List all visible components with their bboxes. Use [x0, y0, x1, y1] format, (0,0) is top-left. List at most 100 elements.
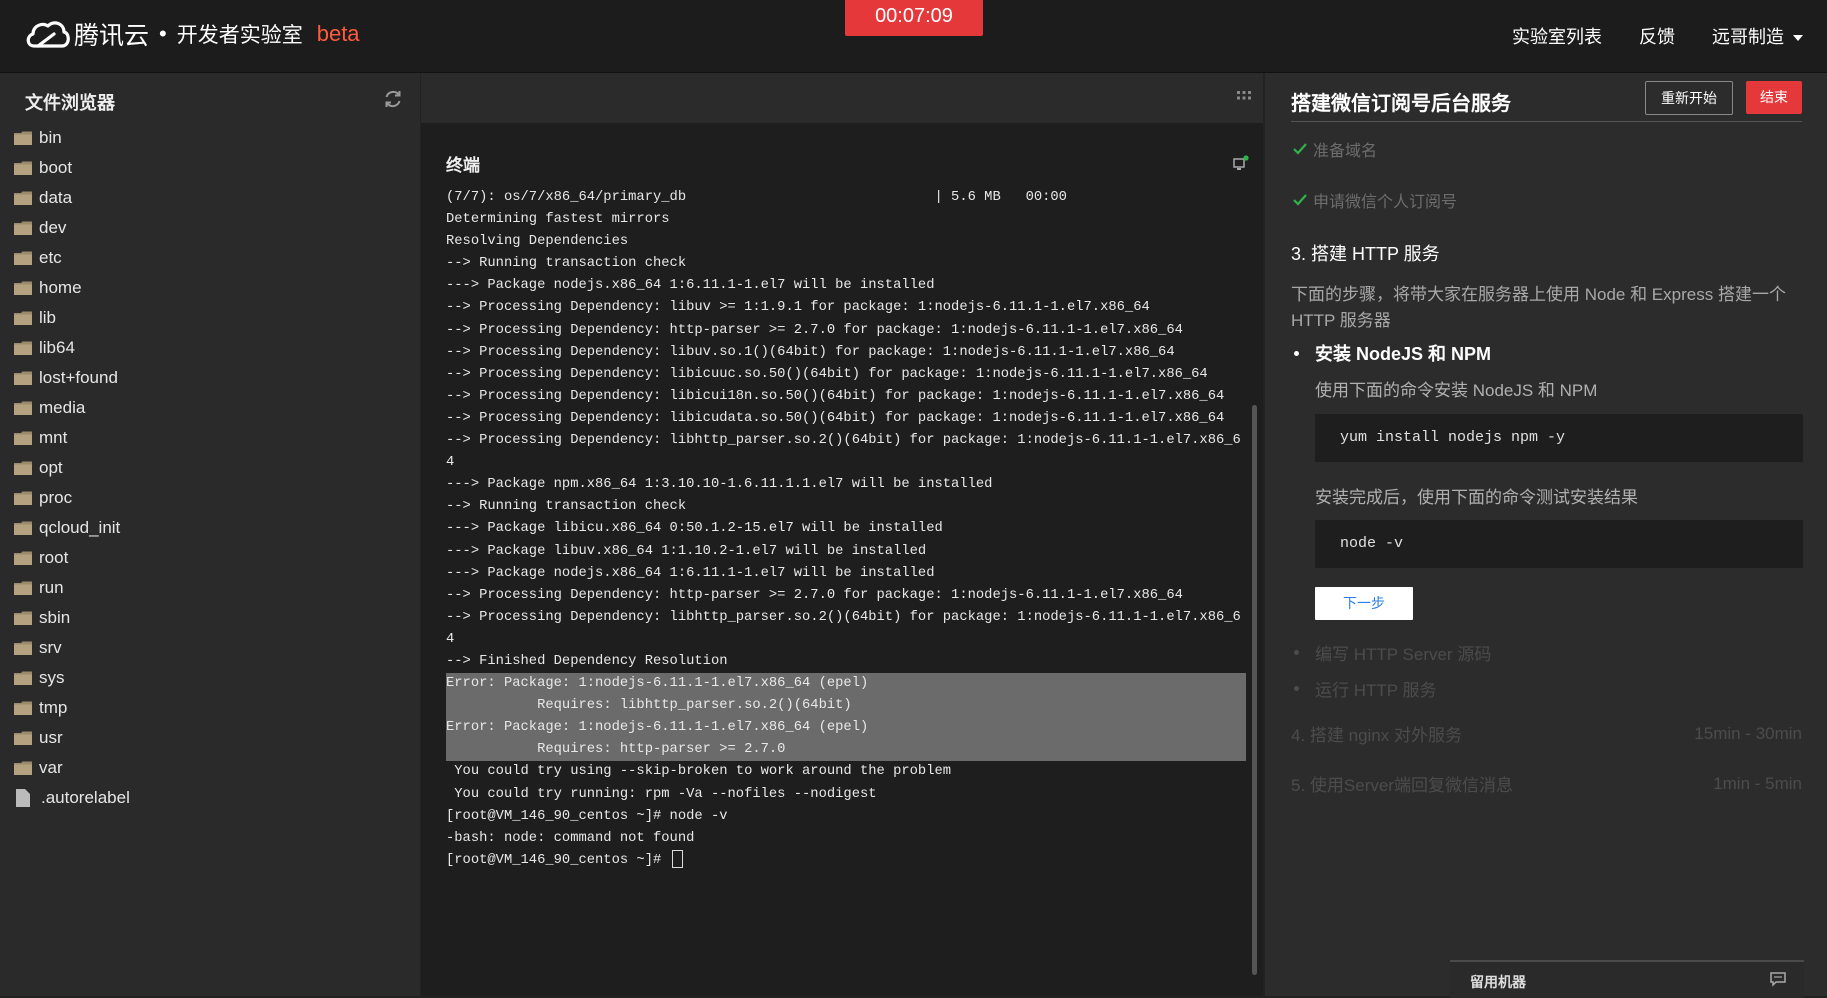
folder-icon — [14, 551, 32, 565]
folder-name: lib64 — [39, 338, 75, 357]
folder-item[interactable]: etc — [0, 243, 420, 273]
future-step: 5. 使用Server端回复微信消息 1min - 5min — [1291, 771, 1802, 796]
file-item[interactable]: .autorelabel — [0, 783, 420, 813]
folder-item[interactable]: data — [0, 183, 420, 213]
restart-button[interactable]: 重新开始 — [1645, 81, 1733, 115]
terminal-line: --> Processing Dependency: libicudata.so… — [446, 410, 1225, 426]
folder-icon — [14, 611, 32, 625]
terminal-line: Error: Package: 1:nodejs-6.11.1-1.el7.x8… — [446, 673, 1246, 696]
terminal-output[interactable]: (7/7): os/7/x86_64/primary_db | 5.6 MB 0… — [446, 187, 1246, 872]
future-substep-label: 编写 HTTP Server 源码 — [1315, 645, 1492, 664]
folder-item[interactable]: tmp — [0, 693, 420, 723]
folder-item[interactable]: mnt — [0, 423, 420, 453]
terminal-line: You could try running: rpm -Va --nofiles… — [446, 786, 877, 802]
end-button[interactable]: 结束 — [1746, 81, 1802, 114]
future-substep: 编写 HTTP Server 源码 — [1291, 640, 1802, 665]
folder-item[interactable]: srv — [0, 633, 420, 663]
brand-name: 腾讯云 — [74, 22, 150, 50]
folder-name: root — [39, 548, 69, 567]
folder-item[interactable]: run — [0, 573, 420, 603]
refresh-icon[interactable] — [382, 88, 404, 110]
folder-item[interactable]: usr — [0, 723, 420, 753]
folder-item[interactable]: bin — [0, 123, 420, 153]
folder-name: dev — [39, 218, 67, 237]
terminal-pane[interactable]: 终端 (7/7): os/7/x86_64/primary_db | 5.6 M… — [421, 123, 1263, 996]
folder-item[interactable]: dev — [0, 213, 420, 243]
completed-step[interactable]: 申请微信个人订阅号 — [1293, 188, 1457, 212]
folder-icon — [14, 281, 32, 295]
folder-name: proc — [39, 488, 73, 507]
terminal-line: --> Processing Dependency: libicui18n.so… — [446, 388, 1225, 404]
folder-item[interactable]: root — [0, 543, 420, 573]
folder-icon — [14, 311, 32, 325]
chat-icon[interactable] — [1770, 972, 1786, 987]
future-step-label: 4. 搭建 nginx 对外服务 — [1291, 726, 1462, 745]
folder-icon — [14, 581, 32, 595]
next-step-button[interactable]: 下一步 — [1315, 587, 1413, 620]
folder-item[interactable]: lib — [0, 303, 420, 333]
terminal-line: [root@VM_146_90_centos ~]# node -v — [446, 808, 728, 824]
folder-name: opt — [39, 458, 63, 477]
bullet-icon — [1294, 650, 1299, 655]
terminal-line: Requires: libhttp_parser.so.2()(64bit) — [446, 695, 1246, 718]
folder-icon — [14, 161, 32, 175]
terminal-scrollbar[interactable] — [1252, 405, 1257, 975]
folder-name: boot — [39, 158, 73, 177]
grid-menu-icon[interactable] — [1237, 91, 1251, 105]
folder-item[interactable]: var — [0, 753, 420, 783]
folder-item[interactable]: boot — [0, 153, 420, 183]
top-header: 腾讯云 • 开发者实验室 beta 00:07:09 实验室列表 反馈 远哥制造 — [0, 0, 1827, 73]
terminal-line: You could try using --skip-broken to wor… — [446, 764, 952, 780]
top-nav: 实验室列表 反馈 远哥制造 — [1475, 0, 1803, 72]
future-step-label: 5. 使用Server端回复微信消息 — [1291, 776, 1513, 795]
substep-instruction: 使用下面的命令安装 NodeJS 和 NPM — [1315, 381, 1598, 400]
folder-icon — [14, 701, 32, 715]
folder-item[interactable]: lost+found — [0, 363, 420, 393]
folder-name: srv — [39, 638, 62, 657]
folder-item[interactable]: opt — [0, 453, 420, 483]
keep-machine-bar[interactable]: 留用机器 — [1450, 960, 1804, 998]
terminal-line: ---> Package npm.x86_64 1:3.10.10-1.6.11… — [446, 477, 993, 493]
tencent-cloud-logo[interactable]: 腾讯云 • 开发者实验室 beta — [24, 16, 360, 52]
file-name: .autorelabel — [41, 788, 130, 807]
bullet-icon — [1294, 350, 1299, 356]
folder-name: sbin — [39, 608, 71, 627]
code-block-test[interactable]: node -v — [1315, 520, 1803, 568]
brand-separator: • — [159, 21, 167, 46]
beta-badge: beta — [316, 21, 360, 46]
folder-icon — [14, 251, 32, 265]
terminal-line: -bash: node: command not found — [446, 830, 695, 846]
lab-title: 开发者实验室 — [176, 24, 303, 47]
folder-item[interactable]: sys — [0, 663, 420, 693]
tutorial-title: 搭建微信订阅号后台服务 — [1291, 93, 1511, 115]
folder-item[interactable]: media — [0, 393, 420, 423]
folder-item[interactable]: sbin — [0, 603, 420, 633]
folder-icon — [14, 191, 32, 205]
nav-user-menu[interactable]: 远哥制造 — [1712, 23, 1803, 49]
terminal-line: --> Processing Dependency: http-parser >… — [446, 587, 1183, 603]
folder-name: lib — [39, 308, 57, 327]
folder-icon — [14, 761, 32, 775]
panel-divider — [1291, 121, 1802, 122]
completed-step[interactable]: 准备域名 — [1293, 137, 1377, 161]
tutorial-panel: 搭建微信订阅号后台服务 重新开始 结束 准备域名 申请微信个人订阅号 3. 搭建… — [1265, 73, 1827, 996]
terminal-line: Requires: http-parser >= 2.7.0 — [446, 739, 1246, 762]
terminal-line: Resolving Dependencies — [446, 234, 629, 250]
code-block-install[interactable]: yum install nodejs npm -y — [1315, 414, 1803, 462]
nav-feedback[interactable]: 反馈 — [1639, 23, 1675, 49]
file-browser-header: 文件浏览器 — [0, 73, 420, 123]
connection-status-icon — [1233, 155, 1249, 170]
file-browser-title: 文件浏览器 — [25, 93, 115, 113]
file-list: bin boot data dev etc home lib lib64 lost+found m… — [0, 123, 420, 813]
terminal-line: ---> Package nodejs.x86_64 1:6.11.1-1.el… — [446, 565, 935, 581]
folder-name: sys — [39, 668, 65, 687]
nav-lab-list[interactable]: 实验室列表 — [1512, 23, 1602, 49]
folder-name: run — [39, 578, 64, 597]
folder-item[interactable]: qcloud_init — [0, 513, 420, 543]
folder-name: var — [39, 758, 63, 777]
folder-item[interactable]: home — [0, 273, 420, 303]
folder-item[interactable]: proc — [0, 483, 420, 513]
terminal-line: --> Processing Dependency: libicuuc.so.5… — [446, 366, 1208, 382]
folder-icon — [14, 341, 32, 355]
folder-item[interactable]: lib64 — [0, 333, 420, 363]
